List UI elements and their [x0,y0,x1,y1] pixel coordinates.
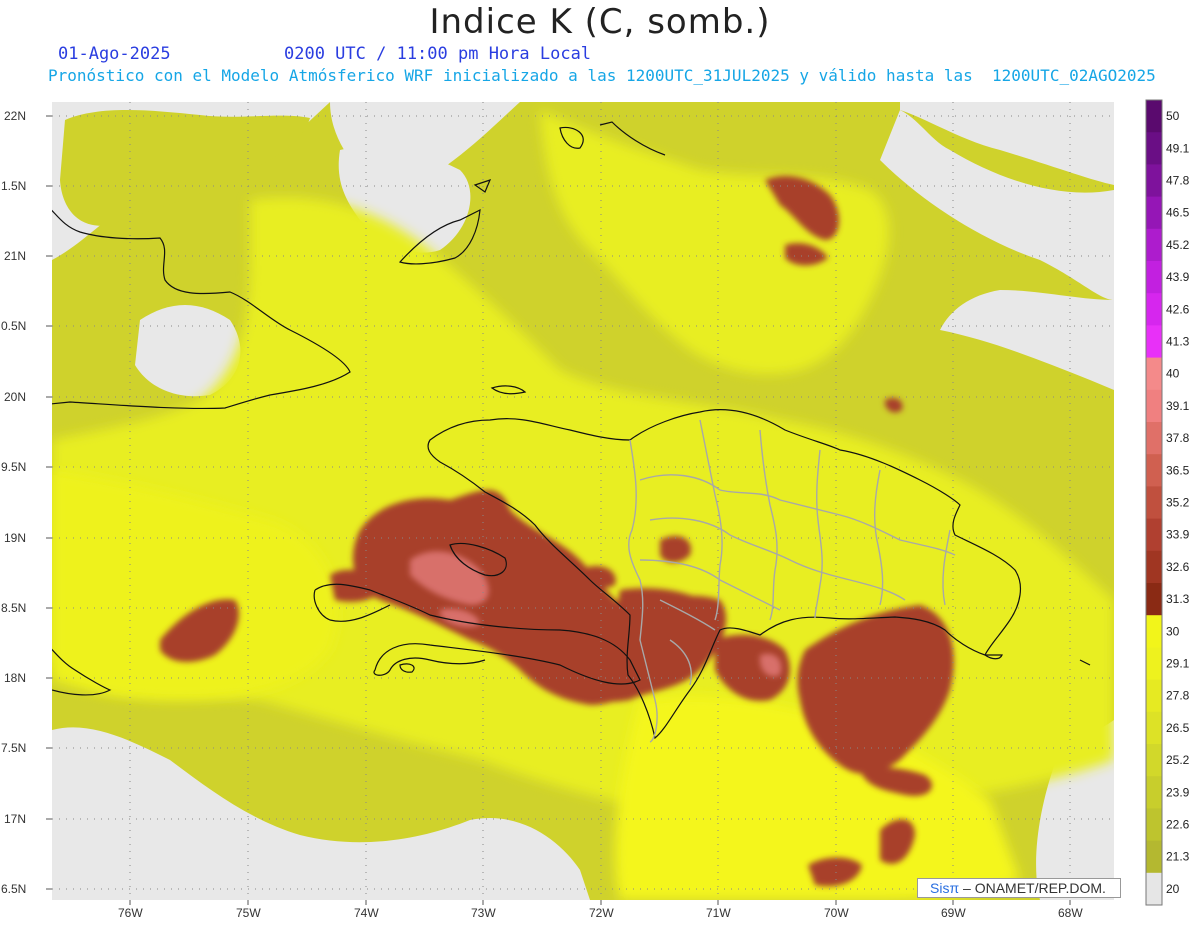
lat-label: 1.5N [1,179,26,193]
lon-label: 69W [941,906,966,920]
colorbar-label: 35.2 [1166,496,1190,510]
colorbar-label: 39.1 [1166,399,1190,413]
colorbar-swatch [1146,486,1162,520]
colorbar-label: 41.3 [1166,335,1190,349]
colorbar-label: 21.3 [1166,850,1190,864]
lat-label: 22N [4,109,26,123]
colorbar-swatch [1146,615,1162,648]
credit-sis: Sis [930,880,950,896]
colorbar-swatch [1146,647,1162,681]
k-index-map: 22N 1.5N 21N 0.5N 20N 9.5N 19N 8.5N 18N … [1,99,1190,920]
colorbar-label: 25.2 [1166,753,1190,767]
colorbar-swatch [1146,422,1162,455]
lon-label: 73W [471,906,496,920]
colorbar-swatch [1146,808,1162,842]
colorbar-label: 37.8 [1166,431,1190,445]
colorbar-label: 43.9 [1166,270,1190,284]
colorbar-swatch [1146,389,1162,423]
lat-label: 20N [4,390,26,404]
colorbar-label: 30 [1166,624,1180,638]
colorbar-label: 42.6 [1166,302,1190,316]
lat-ticks [46,115,52,890]
colorbar-label: 29.1 [1166,657,1190,671]
lat-label: 21N [4,249,26,263]
lat-label: 0.5N [1,319,26,333]
colorbar-label: 40 [1166,367,1180,381]
colorbar-swatch [1146,550,1162,584]
colorbar-label: 46.5 [1166,206,1190,220]
lat-label: 17N [4,812,26,826]
credit-box: Sis π – ONAMET/REP.DOM. [917,878,1121,898]
colorbar-swatch [1146,196,1162,230]
colorbar-swatch [1146,100,1162,133]
colorbar: 50 49.1 47.8 46.5 45.2 43.9 42.6 41.3 40 39.1 37.8… [1145,99,1190,906]
colorbar-swatch [1146,325,1162,359]
lon-label: 75W [236,906,261,920]
colorbar-swatch [1146,228,1162,262]
colorbar-label: 49.1 [1166,141,1190,155]
lat-label: 8.5N [1,601,26,615]
colorbar-swatch [1146,583,1162,616]
colorbar-swatch [1146,261,1162,294]
colorbar-swatch [1146,679,1162,713]
lon-label: 70W [824,906,849,920]
colorbar-label: 31.3 [1166,592,1190,606]
colorbar-swatch [1146,872,1162,906]
colorbar-swatch [1146,711,1162,745]
colorbar-label: 47.8 [1166,174,1190,188]
lat-label: 19N [4,531,26,545]
lat-label: 7.5N [1,741,26,755]
colorbar-swatch [1146,454,1162,487]
lat-label: 18N [4,671,26,685]
lon-label: 72W [589,906,614,920]
credit-pi: π [949,880,960,896]
colorbar-swatch [1146,132,1162,165]
colorbar-swatch [1146,164,1162,198]
colorbar-label: 26.5 [1166,721,1190,735]
colorbar-label: 32.6 [1166,560,1190,574]
longitude-axis: 76W 75W 74W 73W 72W 71W 70W 69W 68W [118,906,1083,920]
colorbar-swatch [1146,744,1162,777]
lon-label: 76W [118,906,143,920]
colorbar-label: 22.6 [1166,818,1190,832]
lon-label: 71W [706,906,731,920]
colorbar-label: 27.8 [1166,689,1190,703]
colorbar-label: 50 [1166,109,1180,123]
colorbar-label: 33.9 [1166,528,1190,542]
colorbar-swatch [1146,518,1162,552]
lon-label: 68W [1058,906,1083,920]
colorbar-label: 20 [1166,882,1180,896]
colorbar-swatch [1146,776,1162,809]
colorbar-swatch [1146,293,1162,326]
colorbar-swatch [1146,840,1162,874]
lat-label: 9.5N [1,460,26,474]
credit-source: – ONAMET/REP.DOM. [963,880,1106,896]
latitude-axis: 22N 1.5N 21N 0.5N 20N 9.5N 19N 8.5N 18N … [1,109,26,896]
colorbar-label: 36.5 [1166,463,1190,477]
lon-label: 74W [354,906,379,920]
lon-ticks [129,900,1071,905]
lat-label: 6.5N [1,882,26,896]
colorbar-label: 23.9 [1166,785,1190,799]
colorbar-label: 45.2 [1166,238,1190,252]
colorbar-swatch [1146,357,1162,391]
